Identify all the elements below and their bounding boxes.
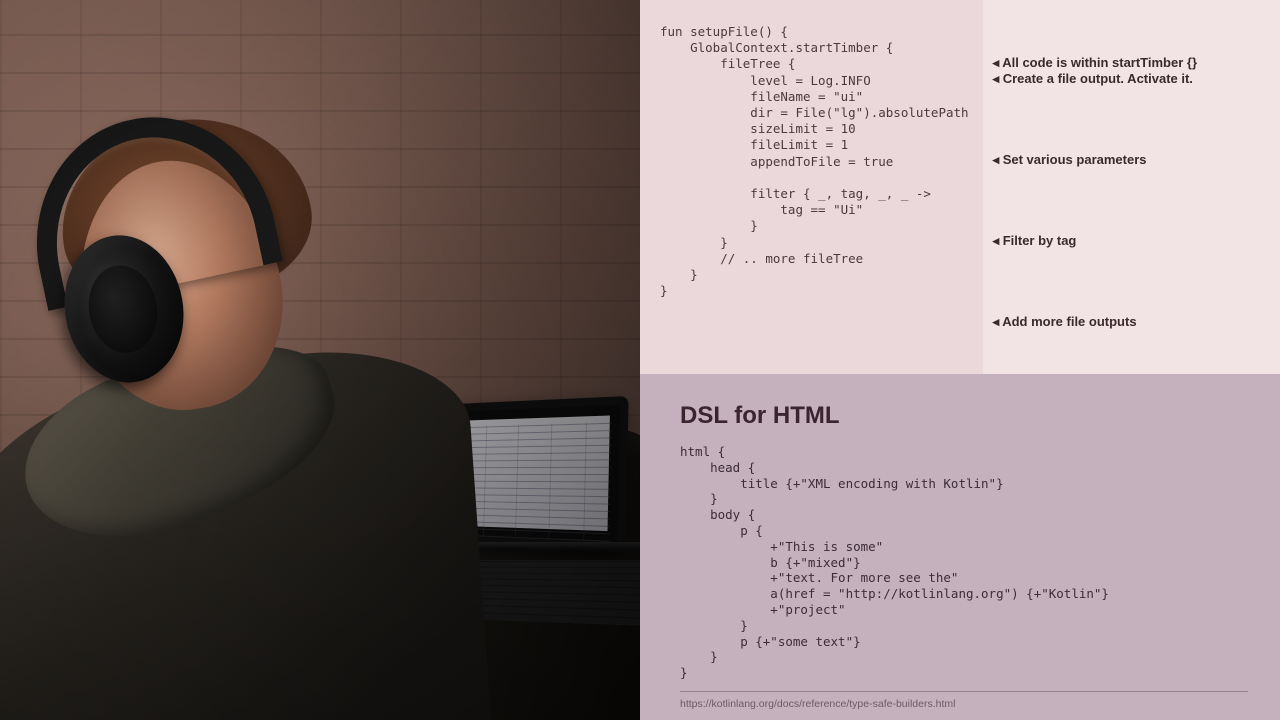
kotlin-code-timber: fun setupFile() { GlobalContext.startTim… [660, 24, 969, 299]
bottom-code-block: DSL for HTML html { head { title {+"XML … [640, 374, 1280, 720]
annotation-list: ◂ All code is within startTimber {}◂ Cre… [993, 24, 1264, 329]
top-code-block: fun setupFile() { GlobalContext.startTim… [640, 0, 1280, 374]
annotation: ◂ Create a file output. Activate it. [993, 71, 1193, 86]
divider [680, 691, 1248, 692]
annotation: ◂ Filter by tag [993, 233, 1077, 248]
content-panel: fun setupFile() { GlobalContext.startTim… [640, 0, 1280, 720]
annotation: ◂ All code is within startTimber {} [993, 55, 1197, 70]
code-column: fun setupFile() { GlobalContext.startTim… [640, 0, 983, 374]
kotlin-code-html-dsl: html { head { title {+"XML encoding with… [680, 444, 1248, 681]
vignette-overlay [0, 0, 640, 720]
annotation: ◂ Set various parameters [993, 152, 1147, 167]
hero-photo [0, 0, 640, 720]
source-link[interactable]: https://kotlinlang.org/docs/reference/ty… [680, 698, 1248, 710]
annotation-column: ◂ All code is within startTimber {}◂ Cre… [983, 0, 1280, 374]
section-title: DSL for HTML [680, 402, 1248, 430]
annotation: ◂ Add more file outputs [993, 314, 1137, 329]
